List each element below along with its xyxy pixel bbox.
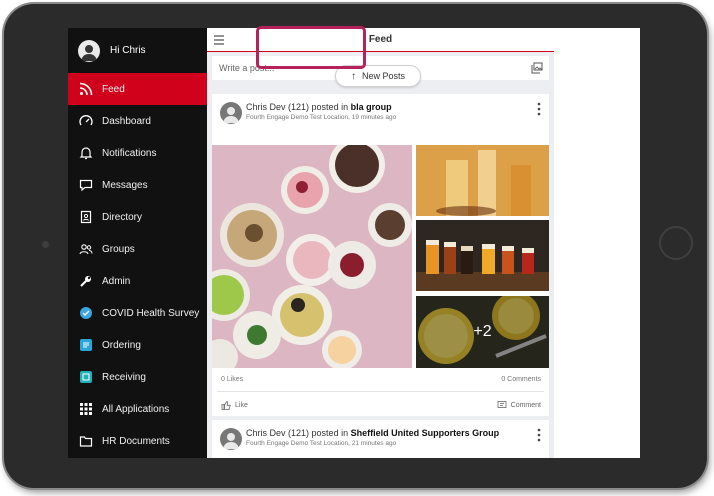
post-divider (217, 391, 544, 392)
feed-post: Chris Dev (121) posted in bla group Four… (212, 94, 549, 416)
sidebar-item-label: COVID Health Survey (102, 307, 200, 319)
hamburger-menu-icon[interactable] (213, 33, 225, 47)
post-time: 19 minutes ago (351, 114, 397, 121)
sidebar-item-label: Receiving (102, 371, 146, 383)
post-stats: 0 Likes 0 Comments (221, 376, 541, 383)
profile-header[interactable]: Hi Chris (68, 28, 207, 73)
author-avatar-icon[interactable] (220, 102, 242, 124)
post-action: posted in (311, 102, 349, 112)
post-location: Fourth Engage Demo Test Location (246, 114, 349, 121)
image-gallery-icon[interactable] (531, 62, 543, 76)
user-avatar-icon (78, 39, 100, 62)
comment-label: Comment (510, 401, 541, 409)
post-time: 21 minutes ago (351, 440, 397, 447)
sidebar-item-label: HR Documents (102, 435, 170, 447)
post-author[interactable]: Chris Dev (121) (246, 428, 309, 438)
receiving-app-icon (78, 369, 94, 385)
sidebar-item-receiving[interactable]: Receiving (68, 361, 207, 393)
post-header: Chris Dev (121) posted in Sheffield Unit… (212, 420, 549, 458)
sidebar-item-label: Ordering (102, 339, 141, 351)
post-author-line: Chris Dev (121) posted in Sheffield Unit… (246, 428, 499, 438)
camera-dot (42, 241, 49, 248)
likes-count[interactable]: 0 Likes (221, 376, 243, 383)
sidebar-item-groups[interactable]: Groups (68, 233, 207, 265)
post-author[interactable]: Chris Dev (121) (246, 102, 309, 112)
sidebar-item-messages[interactable]: Messages (68, 169, 207, 201)
arrow-up-icon: ↑ (350, 70, 356, 82)
sidebar-item-ordering[interactable]: Ordering (68, 329, 207, 361)
page-title: Feed (368, 34, 393, 45)
sidebar-item-label: All Applications (102, 403, 170, 415)
sidebar-item-label: Messages (102, 179, 148, 191)
comment-icon (497, 401, 507, 408)
new-posts-highlight (256, 26, 366, 69)
post-photo-main[interactable] (212, 145, 412, 368)
ordering-app-icon (78, 337, 94, 353)
thumbs-up-icon (221, 401, 231, 410)
post-photo-drinks[interactable] (416, 145, 549, 216)
chat-icon (78, 177, 94, 193)
speedometer-icon (78, 113, 94, 129)
sidebar-item-label: Directory (102, 211, 143, 223)
contact-card-icon (78, 209, 94, 225)
comment-button[interactable]: Comment (497, 400, 541, 410)
more-options-icon[interactable] (537, 102, 541, 116)
wrench-icon (78, 273, 94, 289)
post-location: Fourth Engage Demo Test Location (246, 440, 349, 447)
author-avatar-icon[interactable] (220, 428, 242, 450)
post-meta: Fourth Engage Demo Test Location, 19 min… (246, 114, 397, 121)
more-options-icon[interactable] (537, 428, 541, 442)
sidebar-item-all-applications[interactable]: All Applications (68, 393, 207, 425)
post-group[interactable]: bla group (351, 102, 392, 112)
sidebar-item-directory[interactable]: Directory (68, 201, 207, 233)
sidebar: Hi Chris Feed Dashboard Notifications Me… (68, 28, 207, 458)
bell-icon (78, 145, 94, 161)
post-actions: Like Comment (221, 400, 541, 410)
feed-post: Chris Dev (121) posted in Sheffield Unit… (212, 420, 549, 458)
grid-icon (78, 401, 94, 417)
post-header: Chris Dev (121) posted in bla group Four… (212, 94, 549, 139)
sidebar-item-label: Admin (102, 275, 131, 287)
post-photo-lemons[interactable]: +2 (416, 296, 549, 368)
feed-panel: Feed Write a post... ↑ New Posts Chris D… (207, 28, 554, 458)
post-author-line: Chris Dev (121) posted in bla group (246, 102, 392, 112)
comments-count[interactable]: 0 Comments (501, 376, 541, 383)
post-action: posted in (311, 428, 349, 438)
profile-greeting: Hi Chris (110, 45, 146, 56)
rss-icon (78, 81, 94, 97)
post-meta: Fourth Engage Demo Test Location, 21 min… (246, 440, 397, 447)
sidebar-item-covid-health-survey[interactable]: COVID Health Survey (68, 297, 207, 329)
sidebar-item-dashboard[interactable]: Dashboard (68, 105, 207, 137)
sidebar-item-notifications[interactable]: Notifications (68, 137, 207, 169)
more-photos-count[interactable]: +2 (416, 296, 549, 368)
sidebar-item-admin[interactable]: Admin (68, 265, 207, 297)
sidebar-item-feed[interactable]: Feed (68, 73, 207, 105)
sidebar-item-label: Feed (102, 83, 125, 95)
sidebar-item-hr-documents[interactable]: HR Documents (68, 425, 207, 457)
new-posts-label: New Posts (361, 71, 405, 81)
folder-icon (78, 433, 94, 449)
check-circle-icon (78, 305, 94, 321)
people-icon (78, 241, 94, 257)
sidebar-item-label: Groups (102, 243, 135, 255)
home-button[interactable] (659, 226, 693, 260)
like-label: Like (235, 401, 248, 409)
app-screen: Hi Chris Feed Dashboard Notifications Me… (68, 28, 640, 458)
sidebar-item-label: Notifications (102, 147, 157, 159)
sidebar-item-label: Dashboard (102, 115, 151, 127)
post-group[interactable]: Sheffield United Supporters Group (351, 428, 500, 438)
post-photo-beer-flight[interactable] (416, 220, 549, 291)
like-button[interactable]: Like (221, 400, 541, 410)
